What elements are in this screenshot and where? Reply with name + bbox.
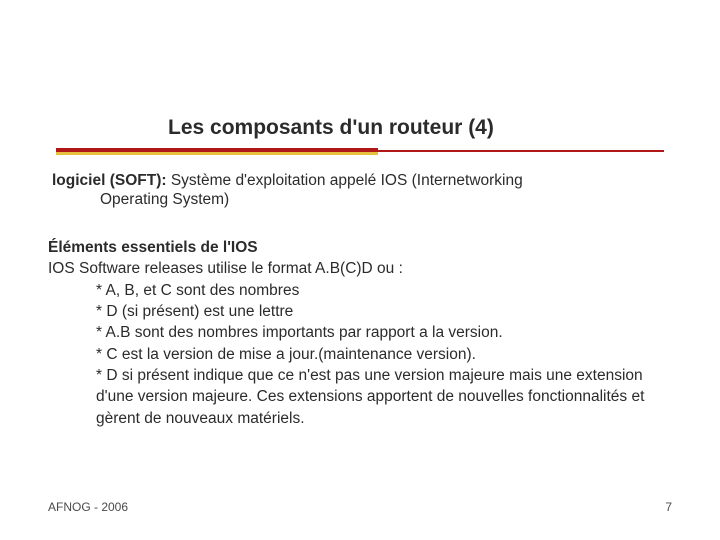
software-text-line1: Système d'exploitation appelé IOS (Inter…	[167, 172, 523, 189]
footer-source: AFNOG - 2006	[48, 500, 128, 514]
list-item: * A, B, et C sont des nombres	[96, 280, 672, 301]
paragraph-software: logiciel (SOFT): Système d'exploitation …	[48, 170, 672, 211]
slide: Les composants d'un routeur (4) logiciel…	[0, 0, 720, 540]
list-item: * D si présent indique que ce n'est pas …	[96, 365, 672, 429]
ios-bullets: * A, B, et C sont des nombres * D (si pr…	[48, 280, 672, 430]
software-text-line2: Operating System)	[52, 189, 672, 210]
slide-title: Les composants d'un routeur (4)	[168, 116, 494, 140]
paragraph-ios: Éléments essentiels de l'IOS IOS Softwar…	[48, 237, 672, 429]
list-item: * C est la version de mise a jour.(maint…	[96, 344, 672, 365]
slide-content: logiciel (SOFT): Système d'exploitation …	[48, 170, 672, 429]
software-label: logiciel (SOFT):	[52, 172, 167, 189]
title-underline	[56, 148, 664, 156]
list-item: * D (si présent) est une lettre	[96, 301, 672, 322]
ios-heading: Éléments essentiels de l'IOS	[48, 237, 672, 258]
page-number: 7	[665, 500, 672, 514]
ios-format-line: IOS Software releases utilise le format …	[48, 258, 672, 279]
list-item: * A.B sont des nombres importants par ra…	[96, 322, 672, 343]
